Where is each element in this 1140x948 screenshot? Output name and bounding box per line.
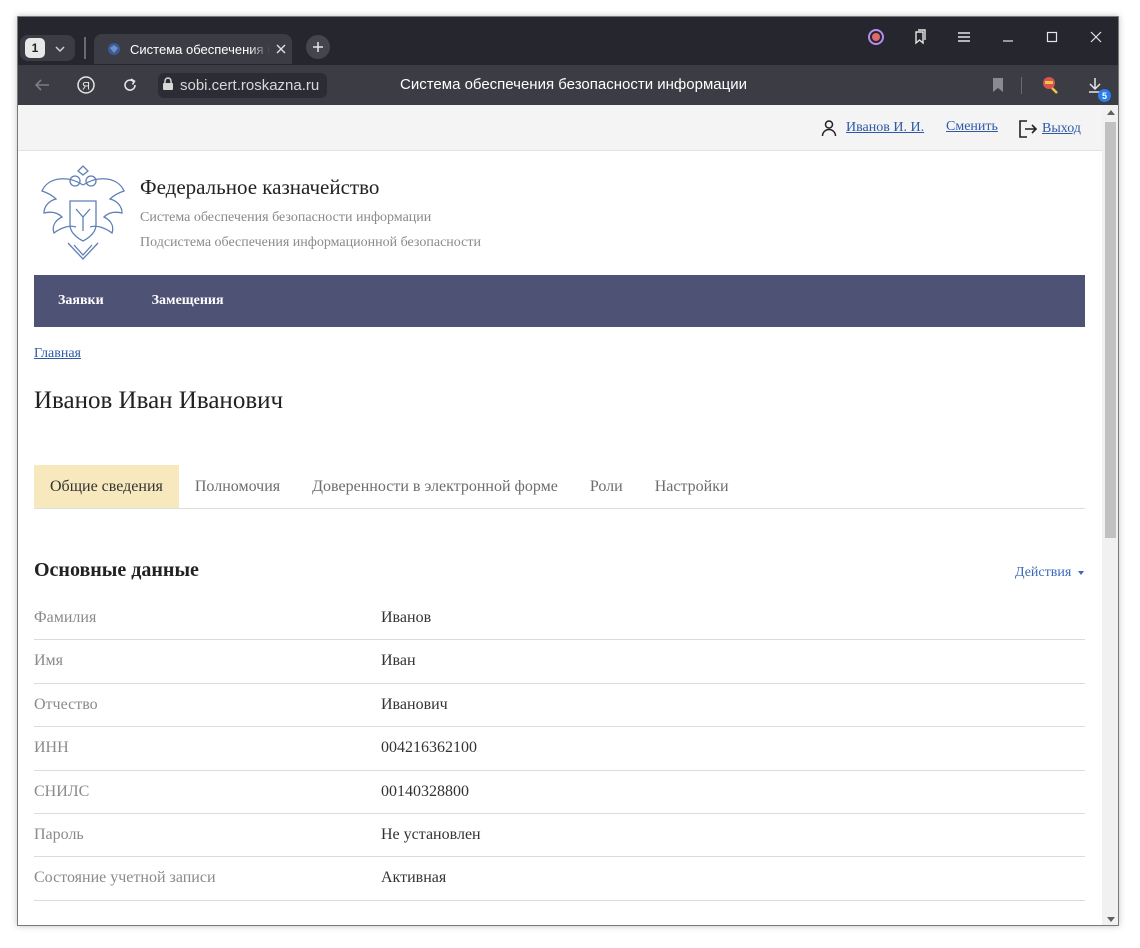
scroll-down-icon[interactable] <box>1102 912 1118 925</box>
system-name: Система обеспечения безопасности информа… <box>140 210 432 225</box>
svg-text:Я: Я <box>82 81 90 93</box>
new-tab-button[interactable] <box>306 35 330 59</box>
field-label: Пароль <box>34 825 84 843</box>
reload-icon[interactable] <box>118 73 142 97</box>
user-name-link[interactable]: Иванов И. И. <box>846 120 924 136</box>
downloads-badge: 5 <box>1098 89 1111 102</box>
field-row-name: Имя Иван <box>34 640 1085 684</box>
tab-permissions[interactable]: Полномочия <box>179 465 296 508</box>
profile-tabs: Общие сведения Полномочия Доверенности в… <box>34 465 1085 509</box>
actions-label: Действия <box>1015 565 1072 580</box>
lock-icon <box>162 76 174 95</box>
chevron-down-icon <box>55 39 65 57</box>
section-title: Основные данные <box>34 559 199 581</box>
url-text: sobi.cert.roskazna.ru <box>180 77 320 94</box>
field-row-snils: СНИЛС 00140328800 <box>34 771 1085 814</box>
tab-settings[interactable]: Настройки <box>639 465 745 508</box>
favicon-icon <box>106 41 122 57</box>
org-name: Федеральное казначейство <box>140 175 380 199</box>
tab-count: 1 <box>25 38 45 58</box>
tab-counter-button[interactable]: 1 <box>20 35 75 61</box>
field-value: Не установлен <box>381 825 481 843</box>
subsystem-name: Подсистема обеспечения информационной бе… <box>140 235 481 250</box>
field-row-inn: ИНН 004216362100 <box>34 727 1085 771</box>
caret-down-icon <box>1078 571 1085 575</box>
field-label: Отчество <box>34 695 98 713</box>
tab-title: Система обеспечения безопасности информа… <box>130 41 270 57</box>
breadcrumb-home-link[interactable]: Главная <box>34 346 81 362</box>
nav-item-substitutions[interactable]: Замещения <box>152 293 224 309</box>
fields-list: Фамилия Иванов Имя Иван Отчество Иванови… <box>34 597 1085 901</box>
tab-general-info[interactable]: Общие сведения <box>34 465 179 508</box>
user-bar: Иванов И. И. Сменить Выход <box>18 105 1102 151</box>
site-header: Федеральное казначейство Система обеспеч… <box>34 165 1085 265</box>
field-value: Иван <box>381 652 416 670</box>
bookmark-icon[interactable] <box>986 73 1010 97</box>
yandex-icon[interactable]: Я <box>74 73 98 97</box>
scrollbar-thumb[interactable] <box>1105 122 1116 538</box>
tab-roles[interactable]: Роли <box>574 465 639 508</box>
browser-window: 1 Система обеспечения безопасности инфор… <box>17 16 1119 926</box>
page-title: Иванов Иван Иванович <box>34 387 284 414</box>
field-row-surname: Фамилия Иванов <box>34 597 1085 641</box>
field-value: Активная <box>381 869 447 887</box>
field-value: 00140328800 <box>381 782 469 800</box>
tab-separator <box>84 37 86 59</box>
url-field[interactable]: sobi.cert.roskazna.ru <box>158 73 328 98</box>
browser-tab-active[interactable]: Система обеспечения безопасности информа… <box>94 34 292 64</box>
vertical-scrollbar[interactable] <box>1102 105 1118 925</box>
change-user-link[interactable]: Сменить <box>946 119 998 135</box>
menu-icon[interactable] <box>942 25 986 49</box>
browser-address-bar: Я sobi.cert.roskazna.ru Система обеспече… <box>18 65 1118 105</box>
address-page-title: Система обеспечения безопасности информа… <box>400 76 747 93</box>
window-close-icon[interactable] <box>1074 25 1118 49</box>
back-arrow-icon[interactable] <box>30 73 54 97</box>
minimize-icon[interactable] <box>986 25 1030 49</box>
collections-icon[interactable] <box>898 25 942 49</box>
logout-link[interactable]: Выход <box>1042 121 1081 137</box>
logout-icon[interactable] <box>1018 119 1038 139</box>
field-row-password: Пароль Не установлен <box>34 814 1085 858</box>
field-value: Иванович <box>381 695 448 713</box>
field-label: Фамилия <box>34 609 97 626</box>
field-label: ИНН <box>34 739 69 757</box>
window-controls <box>854 25 1118 49</box>
treasury-emblem-icon <box>38 165 128 261</box>
nav-item-requests[interactable]: Заявки <box>58 293 104 309</box>
field-label: Имя <box>34 652 64 670</box>
page-viewport: Иванов И. И. Сменить Выход Федеральное к… <box>18 105 1102 925</box>
toolbar-separator <box>1021 77 1022 94</box>
change-user-group: Сменить <box>946 119 998 135</box>
browser-tabbar: 1 Система обеспечения безопасности инфор… <box>18 17 1118 65</box>
user-link-group: Иванов И. И. <box>820 119 924 137</box>
scroll-up-icon[interactable] <box>1102 105 1118 120</box>
extension-icon[interactable] <box>1038 73 1062 97</box>
main-nav: Заявки Замещения <box>34 275 1085 327</box>
field-value: Иванов <box>381 609 432 626</box>
field-value: 004216362100 <box>381 739 477 757</box>
field-label: СНИЛС <box>34 782 90 800</box>
field-row-patronymic: Отчество Иванович <box>34 684 1085 728</box>
field-label: Состояние учетной записи <box>34 869 216 887</box>
field-row-account-status: Состояние учетной записи Активная <box>34 857 1085 901</box>
user-icon <box>820 119 838 137</box>
actions-dropdown[interactable]: Действия <box>1015 565 1085 581</box>
logout-group: Выход <box>1018 119 1081 139</box>
close-icon[interactable] <box>276 42 286 57</box>
alice-icon[interactable] <box>854 25 898 49</box>
tab-electronic-powers-of-attorney[interactable]: Доверенности в электронной форме <box>296 465 574 508</box>
maximize-icon[interactable] <box>1030 25 1074 49</box>
